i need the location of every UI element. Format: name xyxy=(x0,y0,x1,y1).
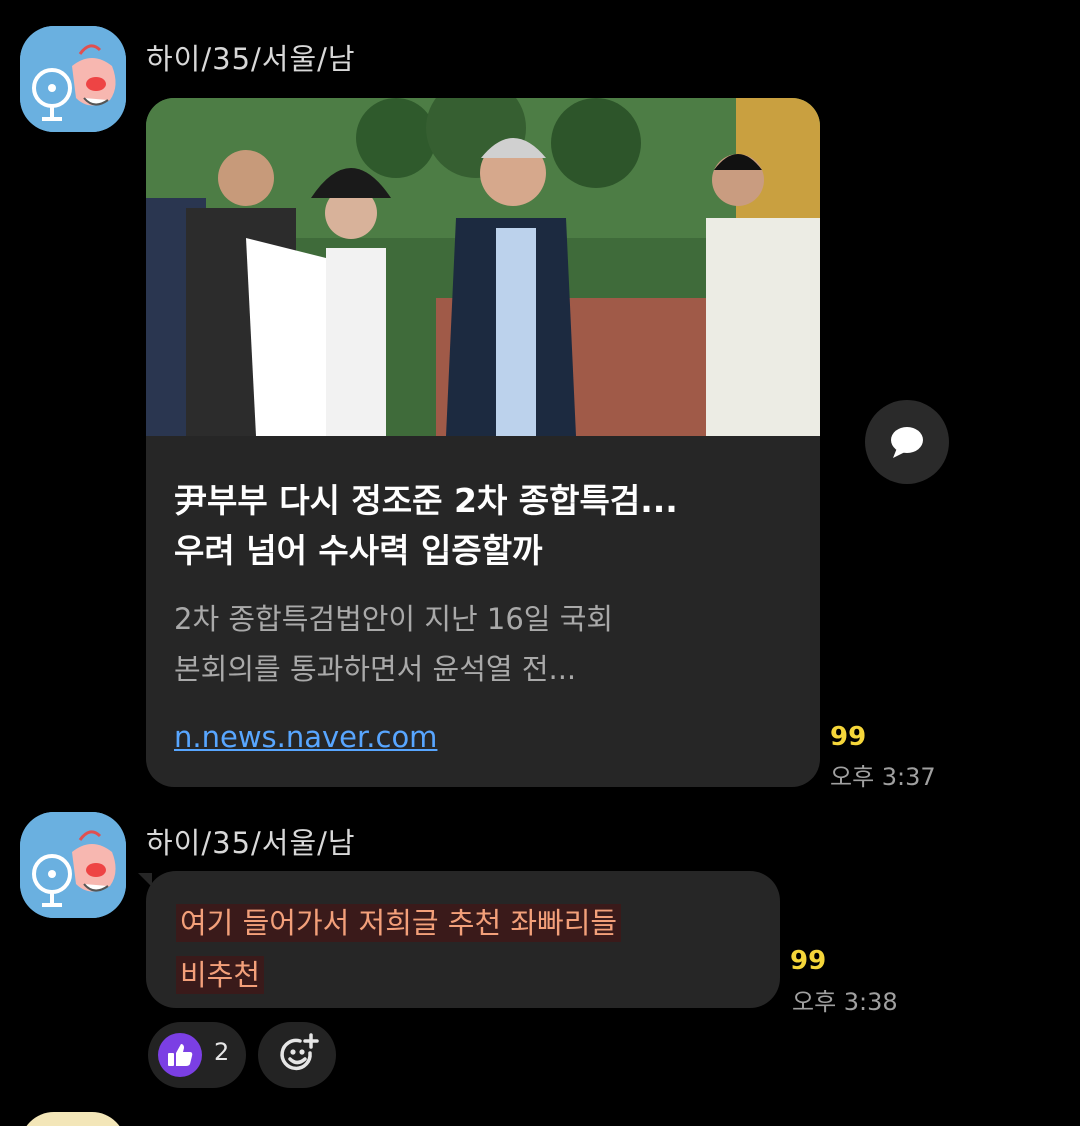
unread-count: 99 xyxy=(790,946,827,976)
chat-screen: 하이/35/서울/남 尹부부 다시 정조준 2차 종합특검... 우려 넘어 수… xyxy=(0,0,1080,1126)
sender-name: 하이/35/서울/남 xyxy=(146,42,356,76)
link-title-line: 尹부부 다시 정조준 2차 종합특검... xyxy=(174,481,678,520)
unread-count: 99 xyxy=(830,722,867,752)
fan-character-avatar-icon xyxy=(20,812,126,918)
message-text-line: 여기 들어가서 저희글 추천 좌빠리들 xyxy=(176,904,622,942)
sender-name: 하이/35/서울/남 xyxy=(146,826,356,860)
message-text: 여기 들어가서 저희글 추천 좌빠리들 비추천 xyxy=(176,897,756,1001)
link-preview-card[interactable]: 尹부부 다시 정조준 2차 종합특검... 우려 넘어 수사력 입증할까 2차 … xyxy=(146,98,820,787)
message-time: 오후 3:37 xyxy=(830,763,936,791)
link-title-line: 우려 넘어 수사력 입증할까 xyxy=(174,531,543,570)
link-description-line: 본회의를 통과하면서 윤석열 전... xyxy=(174,652,577,686)
message-bubble[interactable]: 여기 들어가서 저희글 추천 좌빠리들 비추천 xyxy=(146,871,780,1008)
news-photo xyxy=(146,98,820,436)
add-emoji-icon xyxy=(280,1033,319,1071)
reaction-count: 2 xyxy=(214,1038,230,1066)
sender-avatar[interactable] xyxy=(20,26,126,132)
link-description: 2차 종합특검법안이 지난 16일 국회 본회의를 통과하면서 윤석열 전... xyxy=(174,594,792,694)
add-reaction-button[interactable] xyxy=(258,1022,336,1088)
next-sender-avatar[interactable] xyxy=(20,1112,126,1126)
message-text-line: 비추천 xyxy=(176,956,265,994)
reaction-thumbs-up[interactable]: 2 xyxy=(148,1022,246,1088)
speech-bubble-icon xyxy=(891,427,923,458)
message-time: 오후 3:38 xyxy=(792,988,898,1016)
fan-character-avatar-icon xyxy=(20,26,126,132)
link-description-line: 2차 종합특검법안이 지난 16일 국회 xyxy=(174,602,614,636)
link-title: 尹부부 다시 정조준 2차 종합특검... 우려 넘어 수사력 입증할까 xyxy=(174,476,792,576)
share-button[interactable] xyxy=(865,400,949,484)
sender-avatar[interactable] xyxy=(20,812,126,918)
thumbs-up-icon xyxy=(158,1033,202,1077)
link-domain[interactable]: n.news.naver.com xyxy=(174,720,437,754)
link-preview-body: 尹부부 다시 정조준 2차 종합특검... 우려 넘어 수사력 입증할까 2차 … xyxy=(146,436,820,754)
